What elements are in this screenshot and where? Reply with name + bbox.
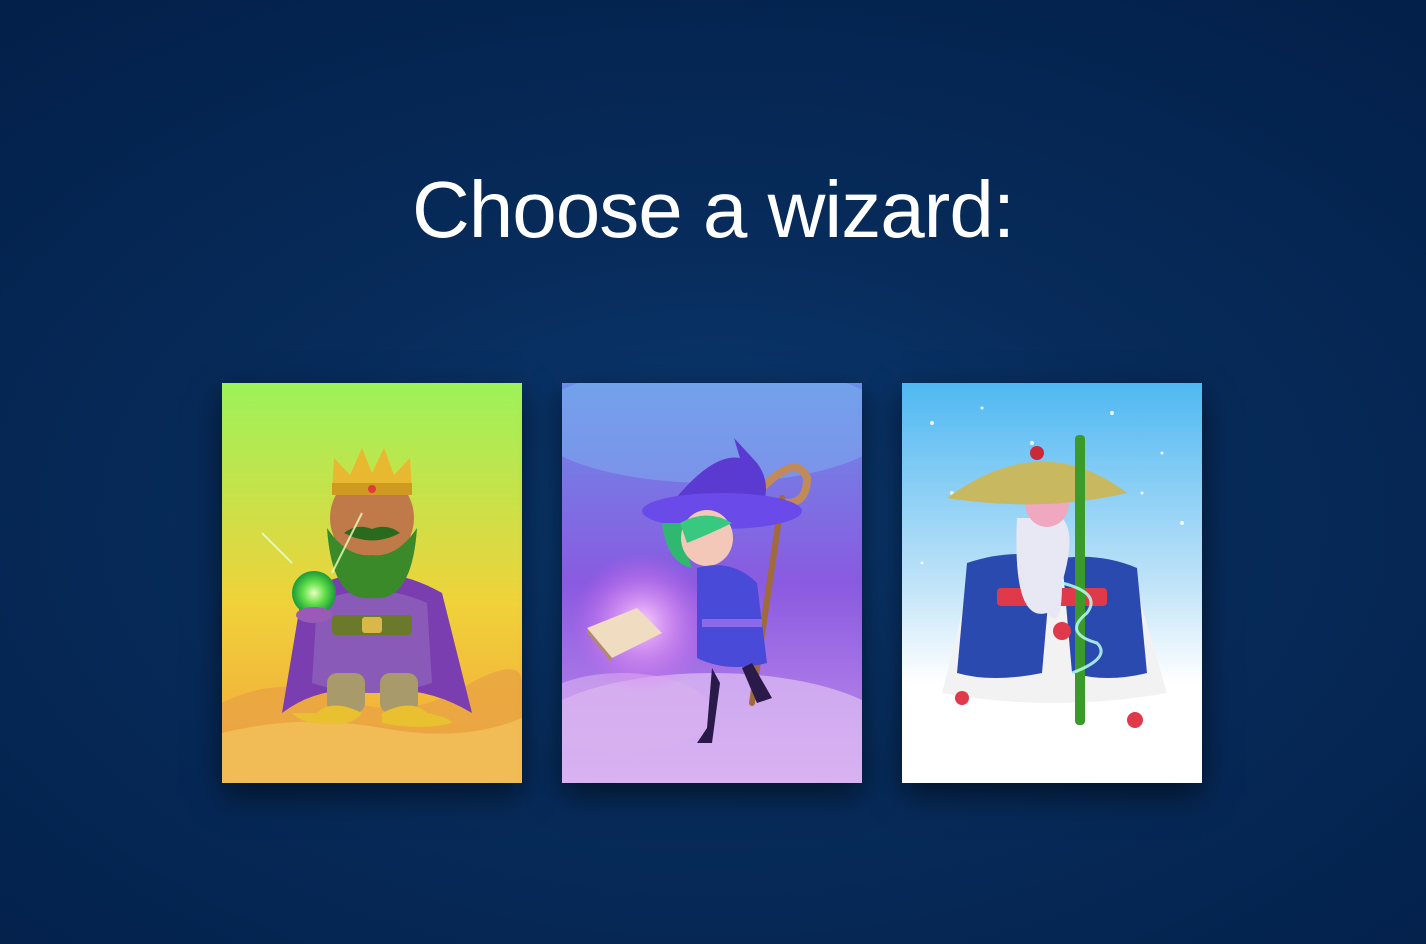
desert-king-wizard-icon — [222, 383, 522, 783]
wizard-card-desert-king[interactable] — [222, 383, 522, 783]
page-title: Choose a wizard: — [411, 165, 1015, 254]
wizard-card-cloud-witch[interactable] — [562, 383, 862, 783]
snow-sage-wizard-icon — [902, 383, 1202, 783]
wizard-card-snow-sage[interactable] — [902, 383, 1202, 783]
cloud-witch-wizard-icon — [562, 383, 862, 783]
